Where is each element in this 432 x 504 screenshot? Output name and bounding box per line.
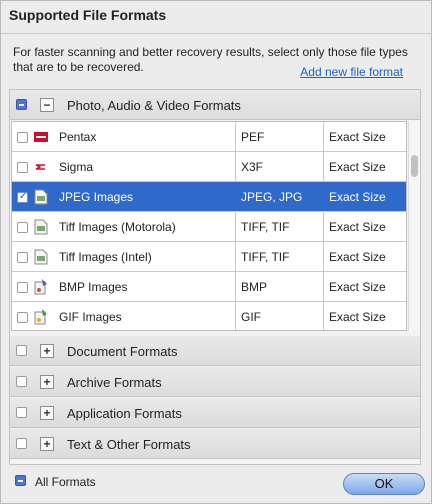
format-checkbox[interactable] [17,222,28,233]
expand-icon[interactable]: + [40,344,54,358]
supported-formats-dialog: Supported File Formats For faster scanni… [0,0,432,504]
group-checkbox[interactable] [16,376,27,387]
format-size-mode: Exact Size [329,250,386,264]
image-file-icon [34,219,48,235]
expand-icon[interactable]: + [40,375,54,389]
paint-file-icon [34,309,47,325]
format-checkbox[interactable] [17,252,28,263]
format-checkbox[interactable] [17,312,28,323]
format-row-sigma[interactable]: Sigma X3F Exact Size [12,152,406,182]
format-checkbox[interactable] [17,132,28,143]
all-formats-label: All Formats [35,475,96,489]
format-name: Tiff Images (Intel) [59,250,152,264]
all-formats-checkbox[interactable] [15,475,26,486]
format-extension: GIF [241,310,261,324]
format-row-tiff-intel[interactable]: Tiff Images (Intel) TIFF, TIF Exact Size [12,242,406,272]
paint-file-icon [34,279,47,295]
group-row-application[interactable]: + Application Formats [10,398,420,428]
group-checkbox[interactable] [16,407,27,418]
group-row-document[interactable]: + Document Formats [10,336,420,366]
scrollbar-thumb[interactable] [411,155,418,177]
format-row-pentax[interactable]: Pentax PEF Exact Size [12,122,406,152]
format-extension: BMP [241,280,268,294]
title-divider [1,33,432,34]
format-size-mode: Exact Size [329,220,386,234]
dialog-title: Supported File Formats [9,7,167,23]
image-file-icon [34,249,48,265]
format-groups-panel: − Photo, Audio & Video Formats Pentax PE… [9,89,421,465]
group-label: Archive Formats [67,375,162,390]
format-extension: X3F [241,160,264,174]
format-size-mode: Exact Size [329,310,386,324]
format-checkbox[interactable] [17,162,28,173]
format-name: Tiff Images (Motorola) [59,220,176,234]
pentax-logo-icon [34,132,48,142]
format-extension: TIFF, TIF [241,220,290,234]
format-name: Sigma [59,160,94,174]
format-name: JPEG Images [59,190,134,204]
group-row-archive[interactable]: + Archive Formats [10,367,420,397]
format-size-mode: Exact Size [329,160,386,174]
group-row-text-other[interactable]: + Text & Other Formats [10,429,420,459]
image-file-icon [34,189,48,205]
ok-button[interactable]: OK [343,473,425,495]
format-table: Pentax PEF Exact Size Sigma X3F Exact Si… [11,121,407,331]
group-checkbox[interactable] [16,99,27,110]
format-size-mode: Exact Size [329,280,386,294]
format-table-scrollbar[interactable] [408,121,420,331]
group-label: Document Formats [67,344,178,359]
format-row-bmp[interactable]: BMP Images BMP Exact Size [12,272,406,302]
format-name: GIF Images [59,310,122,324]
format-size-mode: Exact Size [329,130,386,144]
format-extension: JPEG, JPG [241,190,303,204]
group-checkbox[interactable] [16,438,27,449]
format-extension: TIFF, TIF [241,250,290,264]
group-row-photo-audio-video[interactable]: − Photo, Audio & Video Formats [10,90,420,120]
add-new-file-format-link[interactable]: Add new file format [300,65,403,79]
format-row-jpeg[interactable]: JPEG Images JPEG, JPG Exact Size [12,182,406,212]
expand-icon[interactable]: + [40,406,54,420]
sigma-logo-icon [34,163,48,171]
collapse-icon[interactable]: − [40,98,54,112]
format-extension: PEF [241,130,265,144]
format-size-mode: Exact Size [329,190,386,204]
group-label: Text & Other Formats [67,437,191,452]
format-name: Pentax [59,130,97,144]
group-checkbox[interactable] [16,345,27,356]
format-checkbox[interactable] [17,282,28,293]
expand-icon[interactable]: + [40,437,54,451]
format-checkbox[interactable] [17,191,28,203]
group-label: Photo, Audio & Video Formats [67,98,241,113]
group-label: Application Formats [67,406,182,421]
format-row-gif[interactable]: GIF Images GIF Exact Size [12,302,406,330]
format-name: BMP Images [59,280,128,294]
format-row-tiff-motorola[interactable]: Tiff Images (Motorola) TIFF, TIF Exact S… [12,212,406,242]
